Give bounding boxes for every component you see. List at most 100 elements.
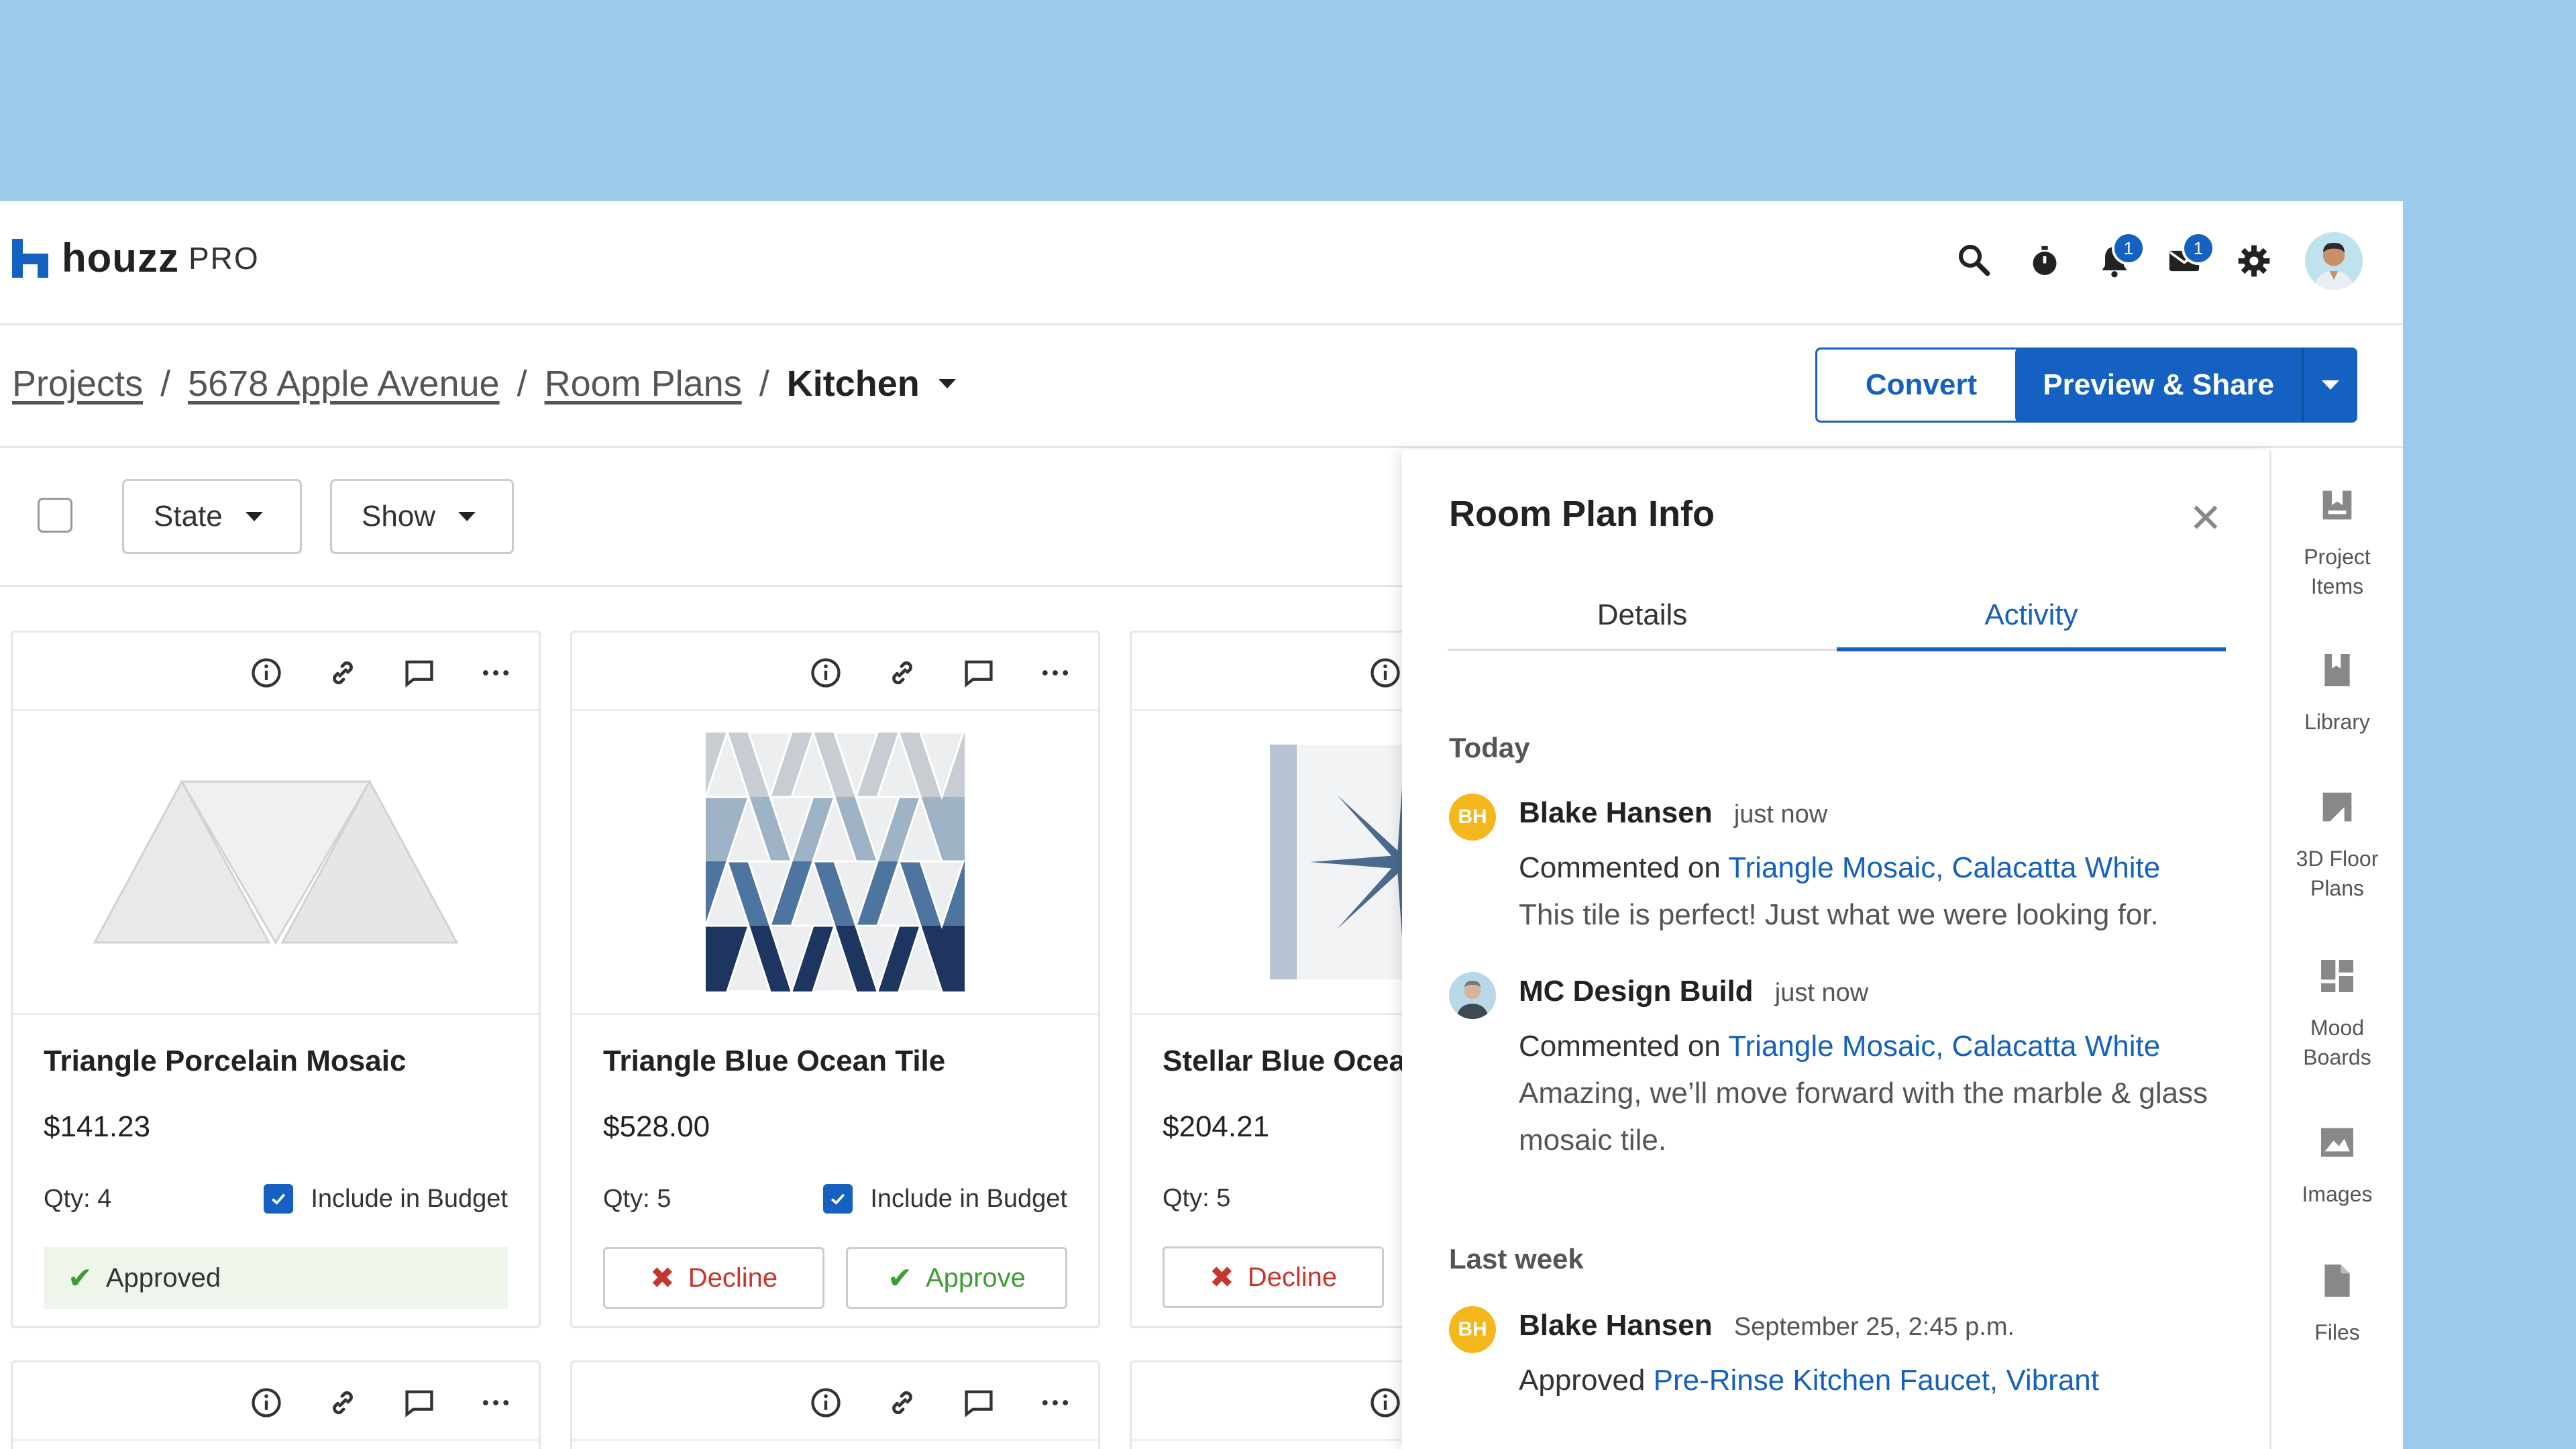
houzz-pro-logo[interactable]: houzz PRO xyxy=(12,235,260,281)
product-image[interactable] xyxy=(13,711,539,1015)
product-card[interactable] xyxy=(570,1360,1100,1449)
info-icon[interactable] xyxy=(808,655,843,690)
product-price: $528.00 xyxy=(603,1110,710,1143)
breadcrumb-separator: / xyxy=(160,364,171,404)
activity-time: just now xyxy=(1774,979,1869,1007)
decline-label: Decline xyxy=(1247,1262,1338,1292)
tab-activity[interactable]: Activity xyxy=(1837,582,2226,651)
breadcrumb-current: Kitchen xyxy=(786,364,920,404)
more-options-icon[interactable] xyxy=(478,655,513,690)
avatar: BH xyxy=(1449,794,1496,841)
room-switch-chevron-down-icon[interactable] xyxy=(938,379,956,388)
activity-author: Blake Hansen xyxy=(1519,796,1713,829)
info-icon[interactable] xyxy=(808,1385,843,1420)
preview-share-button[interactable]: Preview & Share xyxy=(2015,347,2357,423)
rail-project-items[interactable]: Project Items xyxy=(2271,484,2403,601)
check-icon: ✔ xyxy=(888,1261,912,1295)
approve-label: Approve xyxy=(925,1263,1026,1293)
info-icon[interactable] xyxy=(1368,1385,1403,1420)
include-in-budget-toggle[interactable]: Include in Budget xyxy=(264,1184,508,1214)
breadcrumb-room-plans[interactable]: Room Plans xyxy=(545,363,742,405)
include-in-budget-checkbox[interactable] xyxy=(823,1184,853,1214)
activity-comment: Amazing, we’ll move forward with the mar… xyxy=(1519,1077,2208,1157)
messages-badge: 1 xyxy=(2182,231,2215,265)
more-options-icon[interactable] xyxy=(478,1385,513,1420)
product-title[interactable]: Triangle Porcelain Mosaic xyxy=(44,1044,508,1078)
state-filter-dropdown[interactable]: State xyxy=(122,479,302,554)
info-icon[interactable] xyxy=(249,1385,284,1420)
activity-time: just now xyxy=(1733,800,1828,828)
breadcrumb-separator: / xyxy=(517,364,527,404)
product-card[interactable]: Triangle Porcelain Mosaic $141.23 Qty: 4… xyxy=(11,631,541,1328)
comment-icon[interactable] xyxy=(961,1385,996,1420)
info-icon[interactable] xyxy=(249,655,284,690)
card-toolbar xyxy=(13,633,539,711)
rail-3d-floor-plans[interactable]: 3D Floor Plans xyxy=(2271,786,2403,903)
link-icon[interactable] xyxy=(885,1385,920,1420)
product-image[interactable] xyxy=(572,711,1098,1015)
rail-label: Images xyxy=(2302,1182,2373,1206)
product-quantity: Qty: 5 xyxy=(603,1184,672,1213)
rail-label: Files xyxy=(2314,1320,2360,1344)
link-icon[interactable] xyxy=(325,655,360,690)
rail-label: Plans xyxy=(2310,876,2365,900)
product-title[interactable]: Triangle Blue Ocean Tile xyxy=(603,1044,1067,1078)
rail-files[interactable]: Files xyxy=(2271,1259,2403,1347)
room-plan-info-panel: Room Plan Info ✕ Details Activity Today … xyxy=(1402,450,2271,1449)
close-icon: ✖ xyxy=(649,1261,675,1295)
breadcrumb-project-address[interactable]: 5678 Apple Avenue xyxy=(188,363,499,405)
link-icon[interactable] xyxy=(885,655,920,690)
floor-plans-icon xyxy=(2322,792,2352,822)
include-in-budget-toggle[interactable]: Include in Budget xyxy=(823,1184,1067,1214)
comment-icon[interactable] xyxy=(402,655,437,690)
decline-button[interactable]: ✖ Decline xyxy=(1163,1246,1384,1308)
user-avatar[interactable] xyxy=(2305,232,2363,290)
more-options-icon[interactable] xyxy=(1038,655,1073,690)
timer-icon[interactable] xyxy=(2023,239,2066,282)
search-icon[interactable] xyxy=(1953,239,1996,282)
activity-item: BH Blake Hansen September 25, 2:45 p.m. … xyxy=(1449,1306,2227,1407)
activity-author: MC Design Build xyxy=(1519,975,1754,1008)
breadcrumb-projects[interactable]: Projects xyxy=(12,363,143,405)
comment-icon[interactable] xyxy=(961,655,996,690)
tab-details[interactable]: Details xyxy=(1448,582,1837,649)
decline-button[interactable]: ✖ Decline xyxy=(603,1247,824,1309)
bell-icon[interactable]: 1 xyxy=(2093,231,2145,282)
approved-status-label: Approved xyxy=(105,1263,221,1293)
rail-mood-boards[interactable]: Mood Boards xyxy=(2271,955,2403,1072)
breadcrumb: Projects / 5678 Apple Avenue / Room Plan… xyxy=(12,363,956,405)
chevron-down-icon xyxy=(245,512,263,521)
product-card[interactable] xyxy=(11,1360,541,1449)
preview-share-dropdown[interactable] xyxy=(2302,347,2357,423)
convert-button[interactable]: Convert xyxy=(1815,347,2027,423)
activity-time: September 25, 2:45 p.m. xyxy=(1733,1313,2015,1341)
activity-action: Commented on xyxy=(1519,1030,1721,1063)
activity-item-link[interactable]: Triangle Mosaic, Calacatta White xyxy=(1728,851,2160,884)
activity-item-link[interactable]: Pre-Rinse Kitchen Faucet, Vibrant xyxy=(1654,1364,2099,1397)
activity-action: Commented on xyxy=(1519,851,1721,884)
activity-item-link[interactable]: Triangle Mosaic, Calacatta White xyxy=(1728,1030,2160,1063)
rail-library[interactable]: Library xyxy=(2271,649,2403,737)
rail-label: Boards xyxy=(2303,1045,2371,1069)
close-icon[interactable]: ✕ xyxy=(2189,498,2222,539)
section-heading-last-week: Last week xyxy=(1449,1243,1584,1275)
rail-label: Items xyxy=(2310,574,2364,598)
show-filter-dropdown[interactable]: Show xyxy=(330,479,514,554)
include-in-budget-checkbox[interactable] xyxy=(264,1184,294,1214)
filter-bar: State Show xyxy=(0,448,1402,587)
top-icons: 1 1 xyxy=(1927,231,2363,290)
product-quantity: Qty: 4 xyxy=(44,1184,112,1213)
approve-button[interactable]: ✔ Approve xyxy=(846,1247,1067,1309)
library-icon xyxy=(2324,654,2350,686)
comment-icon[interactable] xyxy=(402,1385,437,1420)
rail-images[interactable]: Images xyxy=(2271,1121,2403,1209)
link-icon[interactable] xyxy=(325,1385,360,1420)
select-all-checkbox[interactable] xyxy=(38,498,72,533)
state-filter-label: State xyxy=(154,500,223,533)
mail-icon[interactable]: 1 xyxy=(2163,231,2215,282)
gear-icon[interactable] xyxy=(2233,239,2275,282)
more-options-icon[interactable] xyxy=(1038,1385,1073,1420)
rail-label: Project xyxy=(2304,545,2371,569)
product-card[interactable]: Triangle Blue Ocean Tile $528.00 Qty: 5 … xyxy=(570,631,1100,1328)
info-icon[interactable] xyxy=(1368,655,1403,690)
